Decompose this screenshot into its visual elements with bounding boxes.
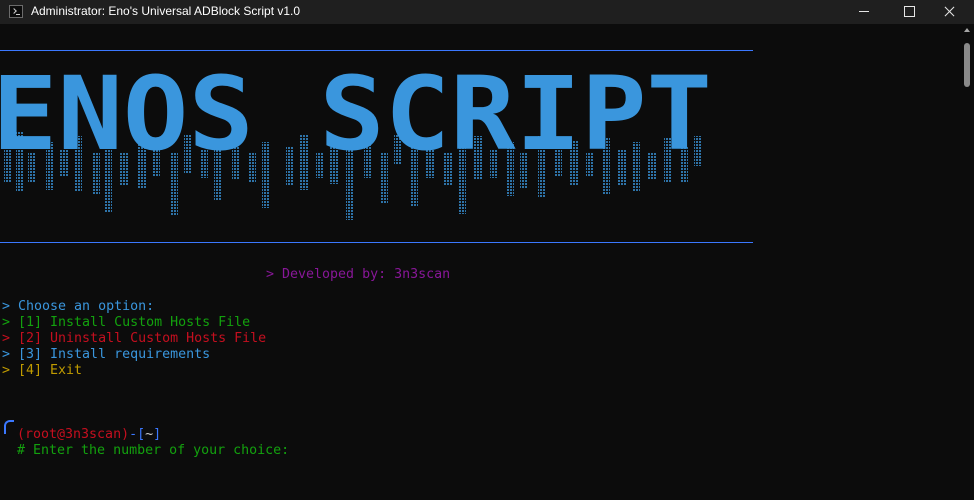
banner-top-rule (0, 50, 753, 51)
banner-bottom-rule (0, 242, 753, 243)
scroll-thumb[interactable] (964, 43, 970, 87)
prompt-corner (4, 420, 14, 434)
menu-option-requirements: > [3] Install requirements (2, 347, 211, 362)
menu-heading: > Choose an option: (2, 299, 155, 314)
banner-text: ENOS SCRIPT (0, 72, 712, 174)
prompt-question[interactable]: # Enter the number of your choice: (17, 427, 289, 459)
close-button[interactable] (928, 0, 974, 24)
title-bar: Administrator: Eno's Universal ADBlock S… (0, 0, 974, 24)
window-title: Administrator: Eno's Universal ADBlock S… (31, 4, 301, 18)
vertical-scrollbar[interactable] (961, 24, 974, 500)
prompt-question-text: # Enter the number of your choice: (17, 443, 290, 458)
menu-option-uninstall: > [2] Uninstall Custom Hosts File (2, 331, 267, 346)
menu-option-exit: > [4] Exit (2, 363, 83, 378)
terminal-icon (9, 5, 23, 18)
scroll-up-icon[interactable] (964, 28, 970, 32)
ascii-banner: ENOS SCRIPT (0, 72, 712, 220)
menu-option-install: > [1] Install Custom Hosts File (2, 315, 251, 330)
developer-credit: > Developed by: 3n3scan (266, 267, 451, 282)
minimize-button[interactable] (842, 0, 888, 24)
